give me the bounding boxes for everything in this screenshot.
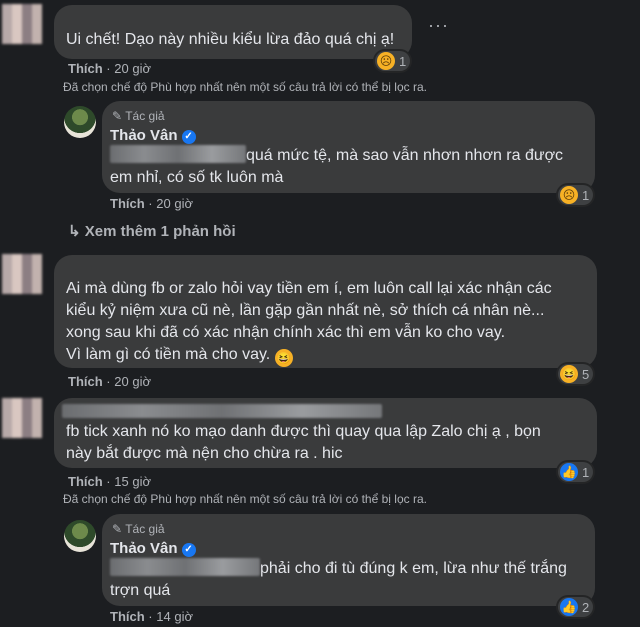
separator: · xyxy=(106,374,111,389)
like-link[interactable]: Thích xyxy=(110,196,145,211)
blurred-name xyxy=(62,402,382,418)
like-link[interactable]: Thích xyxy=(68,374,103,389)
reply-bubble: ✎ Tác giả Thảo Vân ✓ phải cho đi tù đúng … xyxy=(102,514,595,606)
reaction-count: 1 xyxy=(582,187,590,203)
laughing-emoji-icon: 😆 xyxy=(274,349,293,367)
comment-meta: Thích · 20 giờ xyxy=(68,374,151,389)
comment-text-line2: kiểu kỷ niệm xưa cũ nè, lần gặp gần nhất… xyxy=(66,302,545,319)
reaction-summary[interactable]: 😆 5 xyxy=(558,364,594,384)
blurred-mention xyxy=(110,145,246,163)
reply-text: quá mức tệ, mà sao vẫn nhơn nhơn ra được xyxy=(110,145,583,167)
comment-text-line2: này bắt được mà nện cho chừa ra . hic xyxy=(66,445,343,462)
comment-meta: Thích · 20 giờ xyxy=(68,61,151,76)
reply-meta: Thích · 20 giờ xyxy=(110,196,193,211)
reaction-summary[interactable]: ☹ 1 xyxy=(558,185,594,205)
comment-time[interactable]: 20 giờ xyxy=(114,61,151,76)
author-badge: ✎ Tác giả xyxy=(112,522,165,536)
like-reaction-icon: 👍 xyxy=(560,463,578,481)
separator: · xyxy=(106,474,111,489)
comment-bubble: fb tick xanh nó ko mạo danh được thì qua… xyxy=(54,398,597,468)
comment-text-line1: Ai mà dùng fb or zalo hỏi vay tiền em í,… xyxy=(66,280,552,297)
author-pencil-icon: ✎ xyxy=(112,109,123,123)
reaction-count: 1 xyxy=(582,464,590,480)
reaction-summary[interactable]: 👍 2 xyxy=(558,597,594,617)
comment-bubble: Ai mà dùng fb or zalo hỏi vay tiền em í,… xyxy=(54,255,597,368)
like-reaction-icon: 👍 xyxy=(560,598,578,616)
comment-text-line3: xong sau khi đã có xác nhận chính xác th… xyxy=(66,324,506,341)
like-link[interactable]: Thích xyxy=(68,474,103,489)
more-options-icon[interactable]: ··· xyxy=(428,15,449,36)
commenter-avatar[interactable] xyxy=(2,254,42,294)
reaction-count: 5 xyxy=(582,366,590,382)
haha-reaction-icon: 😆 xyxy=(560,365,578,383)
like-link[interactable]: Thích xyxy=(110,609,145,624)
comment-meta: Thích · 15 giờ xyxy=(68,474,151,489)
comment-bubble: Ui chết! Dạo này nhiều kiểu lừa đảo quá … xyxy=(54,5,412,59)
comment-text: Ui chết! Dạo này nhiều kiểu lừa đảo quá … xyxy=(66,31,395,48)
reaction-summary[interactable]: 👍 1 xyxy=(558,462,594,482)
author-name[interactable]: Thảo Vân ✓ xyxy=(110,127,196,144)
reply-arrow-icon: ↳ xyxy=(68,223,81,240)
reply-text-line2: trợn quá xyxy=(110,582,171,599)
author-pencil-icon: ✎ xyxy=(112,522,123,536)
comment-time[interactable]: 20 giờ xyxy=(114,374,151,389)
comment-text-line4: Vì làm gì có tiền mà cho vay. 😆 xyxy=(66,346,293,367)
reply-text: phải cho đi tù đúng k em, lừa như thế tr… xyxy=(110,558,583,580)
comment-text-line1: fb tick xanh nó ko mạo danh được thì qua… xyxy=(66,423,541,440)
reaction-count: 2 xyxy=(582,599,590,615)
like-link[interactable]: Thích xyxy=(68,61,103,76)
reply-meta: Thích · 14 giờ xyxy=(110,609,193,624)
reply-bubble: ✎ Tác giả Thảo Vân ✓ quá mức tệ, mà sao v… xyxy=(102,101,595,193)
reply-text-line2: em nhỉ, có số tk luôn mà xyxy=(110,169,284,186)
reply-time[interactable]: 20 giờ xyxy=(156,196,193,211)
commenter-avatar[interactable] xyxy=(2,4,42,44)
author-name[interactable]: Thảo Vân ✓ xyxy=(110,540,196,557)
reaction-summary[interactable]: ☹ 1 xyxy=(375,51,411,71)
view-more-replies[interactable]: ↳ Xem thêm 1 phản hồi xyxy=(68,222,236,240)
filter-notice: Đã chọn chế độ Phù hợp nhất nên một số c… xyxy=(63,80,427,94)
verified-badge-icon: ✓ xyxy=(181,130,196,144)
author-avatar[interactable] xyxy=(64,106,96,138)
author-avatar[interactable] xyxy=(64,520,96,552)
comment-time[interactable]: 15 giờ xyxy=(114,474,151,489)
commenter-avatar[interactable] xyxy=(2,398,42,438)
verified-badge-icon: ✓ xyxy=(181,543,196,557)
separator: · xyxy=(106,61,111,76)
reaction-count: 1 xyxy=(399,53,407,69)
blurred-mention xyxy=(110,558,260,576)
separator: · xyxy=(148,609,153,624)
separator: · xyxy=(148,196,153,211)
author-badge: ✎ Tác giả xyxy=(112,109,165,123)
filter-notice: Đã chọn chế độ Phù hợp nhất nên một số c… xyxy=(63,492,427,506)
reply-time[interactable]: 14 giờ xyxy=(156,609,193,624)
sad-reaction-icon: ☹ xyxy=(560,186,578,204)
sad-reaction-icon: ☹ xyxy=(377,52,395,70)
